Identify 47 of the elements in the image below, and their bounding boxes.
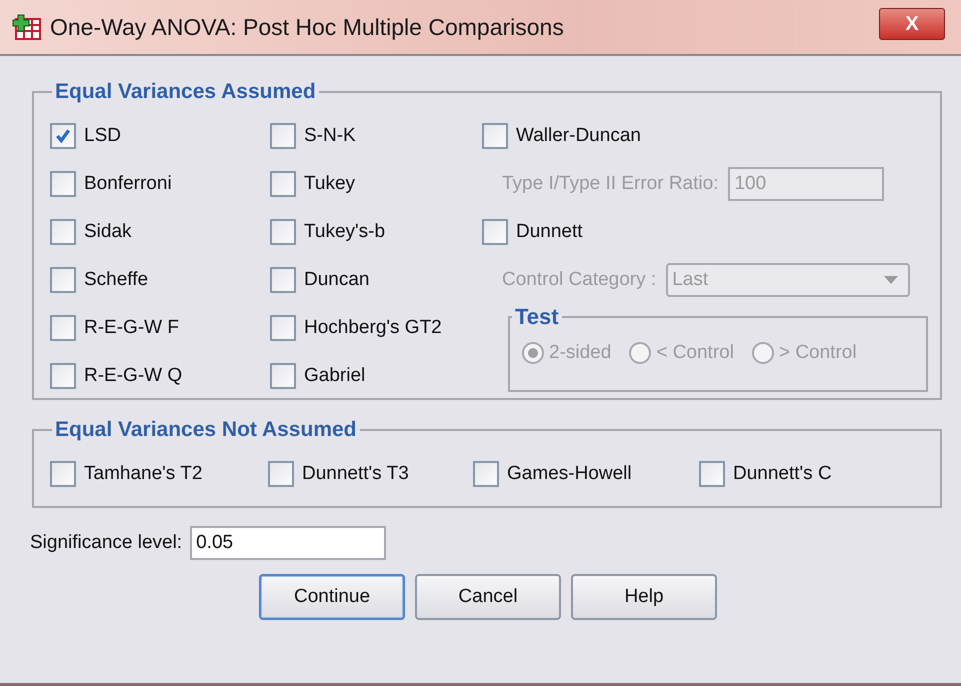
checkbox[interactable] — [50, 461, 76, 487]
checkbox-label[interactable]: Games-Howell — [507, 463, 632, 485]
checkbox[interactable] — [270, 363, 296, 389]
group-title: Equal Variances Assumed — [54, 80, 317, 104]
significance-field[interactable]: 0.05 — [190, 526, 386, 560]
dialog-button[interactable]: Continue — [259, 574, 405, 620]
checkbox[interactable] — [50, 267, 76, 293]
checkbox[interactable] — [268, 461, 294, 487]
checkbox-label[interactable]: Dunnett's C — [733, 463, 832, 485]
checkbox[interactable] — [270, 219, 296, 245]
table-icon — [12, 13, 42, 41]
group-title: Equal Variances Not Assumed — [54, 418, 358, 442]
checkbox-label[interactable]: Tukey — [304, 173, 356, 195]
checkbox-label[interactable]: Sidak — [84, 221, 132, 243]
checkbox[interactable] — [50, 219, 76, 245]
checkbox[interactable] — [50, 315, 76, 341]
checkbox-label[interactable]: Gabriel — [304, 365, 366, 387]
field-label: Type I/Type II Error Ratio: — [502, 173, 718, 195]
checkbox[interactable] — [270, 267, 296, 293]
caret-icon — [884, 276, 898, 284]
checkbox-label[interactable]: Scheffe — [84, 269, 148, 291]
checkbox-label[interactable]: Dunnett's T3 — [302, 463, 409, 485]
dialog-button[interactable]: Help — [571, 574, 717, 620]
checkbox[interactable] — [50, 363, 76, 389]
dialog-button[interactable]: Cancel — [415, 574, 561, 620]
checkbox[interactable] — [50, 171, 76, 197]
checkmark-icon — [54, 127, 72, 145]
checkbox[interactable] — [699, 461, 725, 487]
checkbox-label[interactable]: Hochberg's GT2 — [304, 317, 442, 339]
field-label: Control Category : — [502, 269, 656, 291]
checkbox-label[interactable]: S-N-K — [304, 125, 356, 147]
close-button[interactable]: X — [879, 8, 945, 40]
checkbox-label[interactable]: Bonferroni — [84, 173, 172, 195]
checkbox-label[interactable]: Duncan — [304, 269, 370, 291]
checkbox-label[interactable]: Tukey's-b — [304, 221, 386, 243]
window-title: One-Way ANOVA: Post Hoc Multiple Comparisons — [50, 14, 564, 40]
checkbox-label[interactable]: R-E-G-W Q — [84, 365, 182, 387]
field-label: Significance level: — [30, 532, 182, 554]
checkbox[interactable] — [270, 315, 296, 341]
checkbox-label[interactable]: LSD — [84, 125, 121, 147]
checkbox-label[interactable]: R-E-G-W F — [84, 317, 179, 339]
checkbox-label[interactable]: Tamhane's T2 — [84, 463, 202, 485]
checkbox[interactable] — [270, 171, 296, 197]
checkbox[interactable] — [473, 461, 499, 487]
checkbox[interactable] — [270, 123, 296, 149]
group-title: Test — [514, 304, 560, 330]
checkbox[interactable] — [50, 123, 76, 149]
